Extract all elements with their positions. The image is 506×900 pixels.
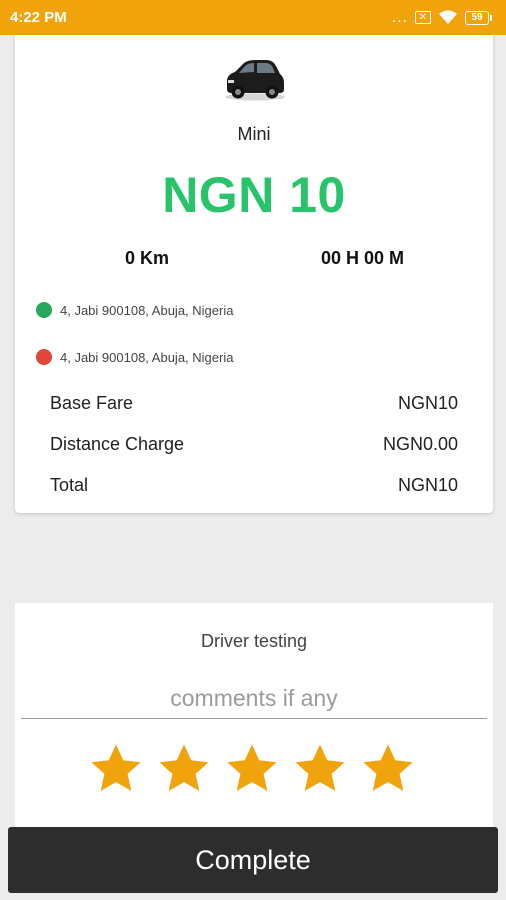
fare-row-label: Distance Charge (50, 434, 185, 454)
star-icon[interactable] (360, 741, 416, 797)
pickup-dot-icon (36, 302, 52, 318)
notification-icon: ✕ (415, 11, 431, 24)
status-icons: ... ✕ 59 (391, 8, 492, 26)
fare-amount: NGN 10 (162, 167, 346, 223)
wifi-icon (439, 10, 457, 24)
car-type: Mini (237, 124, 271, 144)
driver-name: Driver testing (200, 631, 308, 651)
trip-duration: 00 H 00 M (320, 248, 405, 268)
star-icon[interactable] (224, 741, 280, 797)
pickup-location: 4, Jabi 900108, Abuja, Nigeria (36, 302, 233, 318)
status-bar: 4:22 PM ... ✕ 59 (0, 0, 506, 35)
battery-icon: 59 (465, 10, 492, 25)
star-icon[interactable] (88, 741, 144, 797)
comments-input[interactable] (21, 679, 487, 719)
complete-button[interactable]: Complete (8, 827, 498, 893)
car-icon (225, 60, 285, 101)
fare-row-label: Total (50, 475, 89, 495)
star-rating[interactable] (88, 741, 416, 797)
total-row: Total NGN10 (50, 475, 458, 496)
pickup-address: 4, Jabi 900108, Abuja, Nigeria (60, 302, 234, 318)
fare-row-value: NGN10 (397, 475, 458, 495)
drop-address: 4, Jabi 900108, Abuja, Nigeria (60, 349, 234, 365)
star-icon[interactable] (292, 741, 348, 797)
star-icon[interactable] (156, 741, 212, 797)
rating-card: Driver testing (15, 603, 493, 830)
battery-level: 59 (465, 10, 489, 25)
fare-row-label: Base Fare (50, 393, 134, 413)
trip-distance: 0 Km (124, 248, 169, 268)
fare-row-value: NGN10 (397, 393, 458, 413)
base-fare-row: Base Fare NGN10 (50, 393, 458, 414)
drop-dot-icon (36, 349, 52, 365)
status-time: 4:22 PM (10, 9, 67, 26)
fare-row-value: NGN0.00 (382, 434, 458, 454)
more-notifications-icon: ... (391, 8, 408, 26)
drop-location: 4, Jabi 900108, Abuja, Nigeria (36, 349, 233, 365)
fare-card: Mini NGN 10 0 Km 00 H 00 M 4, Jabi 90010… (15, 35, 493, 513)
distance-charge-row: Distance Charge NGN0.00 (50, 434, 458, 455)
